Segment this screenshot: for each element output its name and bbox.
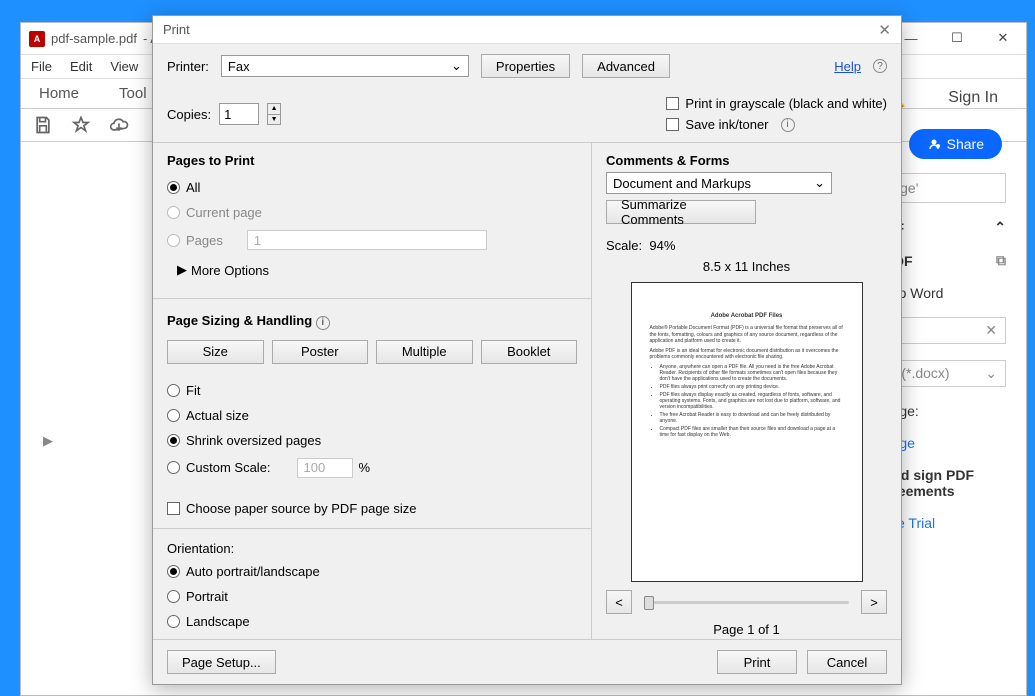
radio-fit[interactable]: [167, 384, 180, 397]
right-column: Comments & Forms Document and Markups ⌄ …: [591, 143, 901, 639]
close-icon[interactable]: ✕: [985, 322, 997, 339]
maximize-button[interactable]: ☐: [934, 23, 980, 53]
chevron-down-icon: ⌄: [451, 58, 462, 74]
more-options-toggle[interactable]: ▶More Options: [177, 262, 577, 278]
printer-select[interactable]: Fax ⌄: [221, 55, 469, 77]
booklet-button[interactable]: Booklet: [481, 340, 578, 364]
preview-prev-button[interactable]: <: [606, 590, 632, 614]
chevron-down-icon: ⌄: [985, 365, 997, 382]
saveink-label: Save ink/toner: [685, 117, 768, 132]
print-preview: Adobe Acrobat PDF Files Adobe® Portable …: [631, 282, 863, 582]
copies-spinner[interactable]: ▲▼: [267, 103, 281, 125]
radio-shrink[interactable]: [167, 434, 180, 447]
saveink-checkbox[interactable]: [666, 118, 679, 131]
chevron-up-icon: ⌃: [994, 219, 1006, 236]
pages-input[interactable]: 1: [247, 230, 487, 250]
dialog-titlebar: Print ✕: [153, 16, 901, 44]
preview-page-indicator: Page 1 of 1: [606, 622, 887, 637]
copies-label: Copies:: [167, 107, 211, 122]
chevron-down-icon: ⌄: [814, 175, 825, 191]
share-button[interactable]: Share: [909, 129, 1002, 159]
advanced-button[interactable]: Advanced: [582, 54, 670, 78]
info-icon[interactable]: i: [781, 118, 795, 132]
tab-home[interactable]: Home: [39, 85, 79, 102]
share-icon: [927, 137, 941, 151]
radio-current[interactable]: [167, 206, 180, 219]
size-button[interactable]: Size: [167, 340, 264, 364]
paper-dim: 8.5 x 11 Inches: [606, 259, 887, 274]
radio-portrait[interactable]: [167, 590, 180, 603]
pages-to-print-header: Pages to Print: [167, 153, 577, 168]
summarize-button[interactable]: Summarize Comments: [606, 200, 756, 224]
window-controls: — ☐ ✕: [888, 23, 1026, 53]
dialog-footer: Page Setup... Print Cancel: [153, 639, 901, 684]
radio-pages[interactable]: [167, 234, 180, 247]
comments-select[interactable]: Document and Markups ⌄: [606, 172, 832, 194]
menu-view[interactable]: View: [110, 59, 138, 74]
dialog-title: Print: [163, 22, 190, 37]
dialog-top-row: Printer: Fax ⌄ Properties Advanced Help …: [153, 44, 901, 142]
paper-source-checkbox[interactable]: [167, 502, 180, 515]
pdf-icon: A: [29, 31, 45, 47]
radio-custom[interactable]: [167, 461, 180, 474]
grayscale-checkbox[interactable]: [666, 97, 679, 110]
print-dialog: Print ✕ Printer: Fax ⌄ Properties Advanc…: [152, 15, 902, 685]
slider-thumb[interactable]: [644, 596, 654, 610]
save-icon[interactable]: [33, 115, 53, 135]
preview-slider[interactable]: [644, 601, 849, 604]
help-icon[interactable]: ?: [873, 59, 887, 73]
left-column: Pages to Print All Current page Pages 1 …: [153, 143, 591, 639]
sizing-header: Page Sizing & Handling i: [167, 313, 577, 330]
cloud-icon[interactable]: [109, 115, 129, 135]
menu-edit[interactable]: Edit: [70, 59, 92, 74]
copies-input[interactable]: 1: [219, 103, 259, 125]
print-button[interactable]: Print: [717, 650, 797, 674]
radio-auto-orient[interactable]: [167, 565, 180, 578]
orientation-header: Orientation:: [167, 541, 577, 556]
radio-actual[interactable]: [167, 409, 180, 422]
grayscale-label: Print in grayscale (black and white): [685, 96, 887, 111]
page-setup-button[interactable]: Page Setup...: [167, 650, 276, 674]
copy-icon[interactable]: ⧉: [996, 252, 1006, 269]
preview-next-button[interactable]: >: [861, 590, 887, 614]
dialog-close-button[interactable]: ✕: [878, 21, 891, 39]
sign-in-link[interactable]: Sign In: [948, 89, 998, 107]
star-icon[interactable]: [71, 115, 91, 135]
left-panel-toggle[interactable]: ▶: [43, 433, 53, 449]
info-icon[interactable]: i: [316, 316, 330, 330]
poster-button[interactable]: Poster: [272, 340, 369, 364]
comments-header: Comments & Forms: [606, 153, 887, 168]
radio-landscape[interactable]: [167, 615, 180, 628]
tab-tools[interactable]: Tool: [119, 85, 147, 102]
triangle-right-icon: ▶: [177, 262, 187, 278]
multiple-button[interactable]: Multiple: [376, 340, 473, 364]
custom-scale-input[interactable]: 100: [297, 458, 353, 478]
scale-row: Scale: 94%: [606, 238, 887, 253]
radio-all[interactable]: [167, 181, 180, 194]
document-filename: pdf-sample.pdf: [51, 31, 137, 46]
close-button[interactable]: ✕: [980, 23, 1026, 53]
menu-file[interactable]: File: [31, 59, 52, 74]
preview-title: Adobe Acrobat PDF Files: [650, 313, 844, 319]
cancel-button[interactable]: Cancel: [807, 650, 887, 674]
printer-label: Printer:: [167, 59, 209, 74]
help-link[interactable]: Help: [834, 59, 861, 74]
properties-button[interactable]: Properties: [481, 54, 570, 78]
